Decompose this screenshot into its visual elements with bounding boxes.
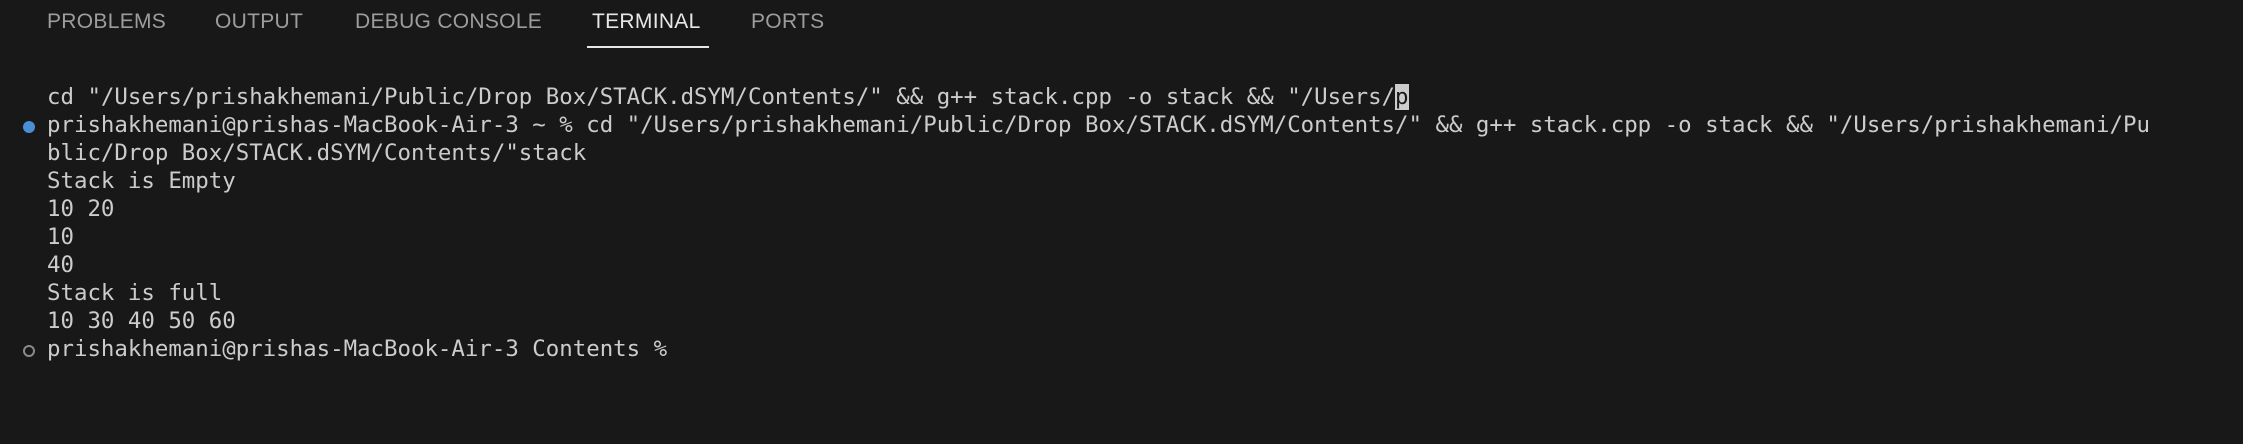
terminal-line-output: 10 30 40 50 60	[47, 308, 236, 334]
tab-ports[interactable]: PORTS	[751, 10, 824, 38]
tab-output[interactable]: OUTPUT	[215, 10, 303, 38]
terminal-line-output: 10 20	[47, 196, 115, 222]
terminal-panel: PROBLEMS OUTPUT DEBUG CONSOLE TERMINAL P…	[0, 0, 2243, 444]
terminal-line-output: Stack is full	[47, 280, 223, 306]
terminal-line-text: cd "/Users/prishakhemani/Public/Drop Box…	[47, 84, 1396, 110]
tab-terminal[interactable]: TERMINAL	[592, 10, 701, 38]
terminal-line-output: Stack is Empty	[47, 168, 236, 194]
active-tab-indicator	[587, 46, 709, 48]
tab-debug-console[interactable]: DEBUG CONSOLE	[355, 10, 542, 38]
command-idle-icon[interactable]	[23, 345, 35, 357]
terminal-line-prompt: prishakhemani@prishas-MacBook-Air-3 ~ % …	[47, 112, 2150, 138]
terminal-output[interactable]: cd "/Users/prishakhemani/Public/Drop Box…	[0, 80, 2243, 444]
tab-problems[interactable]: PROBLEMS	[47, 10, 166, 38]
panel-tab-bar: PROBLEMS OUTPUT DEBUG CONSOLE TERMINAL P…	[0, 0, 2243, 50]
terminal-line-current-prompt: prishakhemani@prishas-MacBook-Air-3 Cont…	[47, 336, 681, 362]
command-success-icon[interactable]	[23, 121, 35, 133]
terminal-cursor: p	[1395, 84, 1409, 110]
terminal-line-wrap: blic/Drop Box/STACK.dSYM/Contents/"stack	[47, 140, 587, 166]
terminal-line-command-echo: cd "/Users/prishakhemani/Public/Drop Box…	[47, 83, 1409, 111]
terminal-line-output: 40	[47, 252, 74, 278]
terminal-line-output: 10	[47, 224, 74, 250]
